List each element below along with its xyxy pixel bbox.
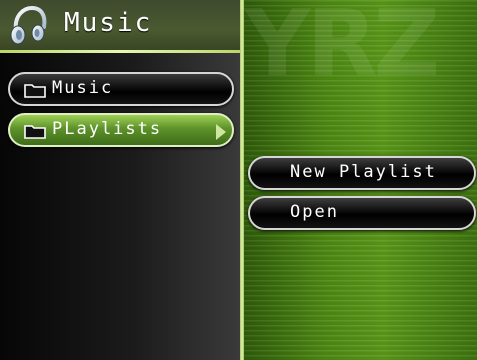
- left-panel: Music Music PLaylists: [0, 0, 240, 360]
- new-playlist-label: New Playlist: [290, 162, 437, 182]
- header-divider: [0, 50, 240, 53]
- chevron-right-icon: [216, 124, 226, 140]
- app-header: Music: [0, 0, 240, 50]
- menu-item-playlists[interactable]: PLaylists: [8, 113, 234, 147]
- headphones-icon: [10, 5, 47, 45]
- folder-icon: [24, 84, 46, 98]
- menu-item-music[interactable]: Music: [8, 72, 234, 106]
- background-decoration: YRZ: [244, 0, 440, 80]
- menu-item-label: PLaylists: [52, 119, 163, 139]
- menu-item-label: Music: [52, 78, 114, 98]
- open-label: Open: [290, 202, 339, 222]
- new-playlist-button[interactable]: New Playlist: [248, 156, 476, 190]
- page-title: Music: [64, 8, 153, 38]
- folder-icon: [24, 125, 46, 139]
- open-button[interactable]: Open: [248, 196, 476, 230]
